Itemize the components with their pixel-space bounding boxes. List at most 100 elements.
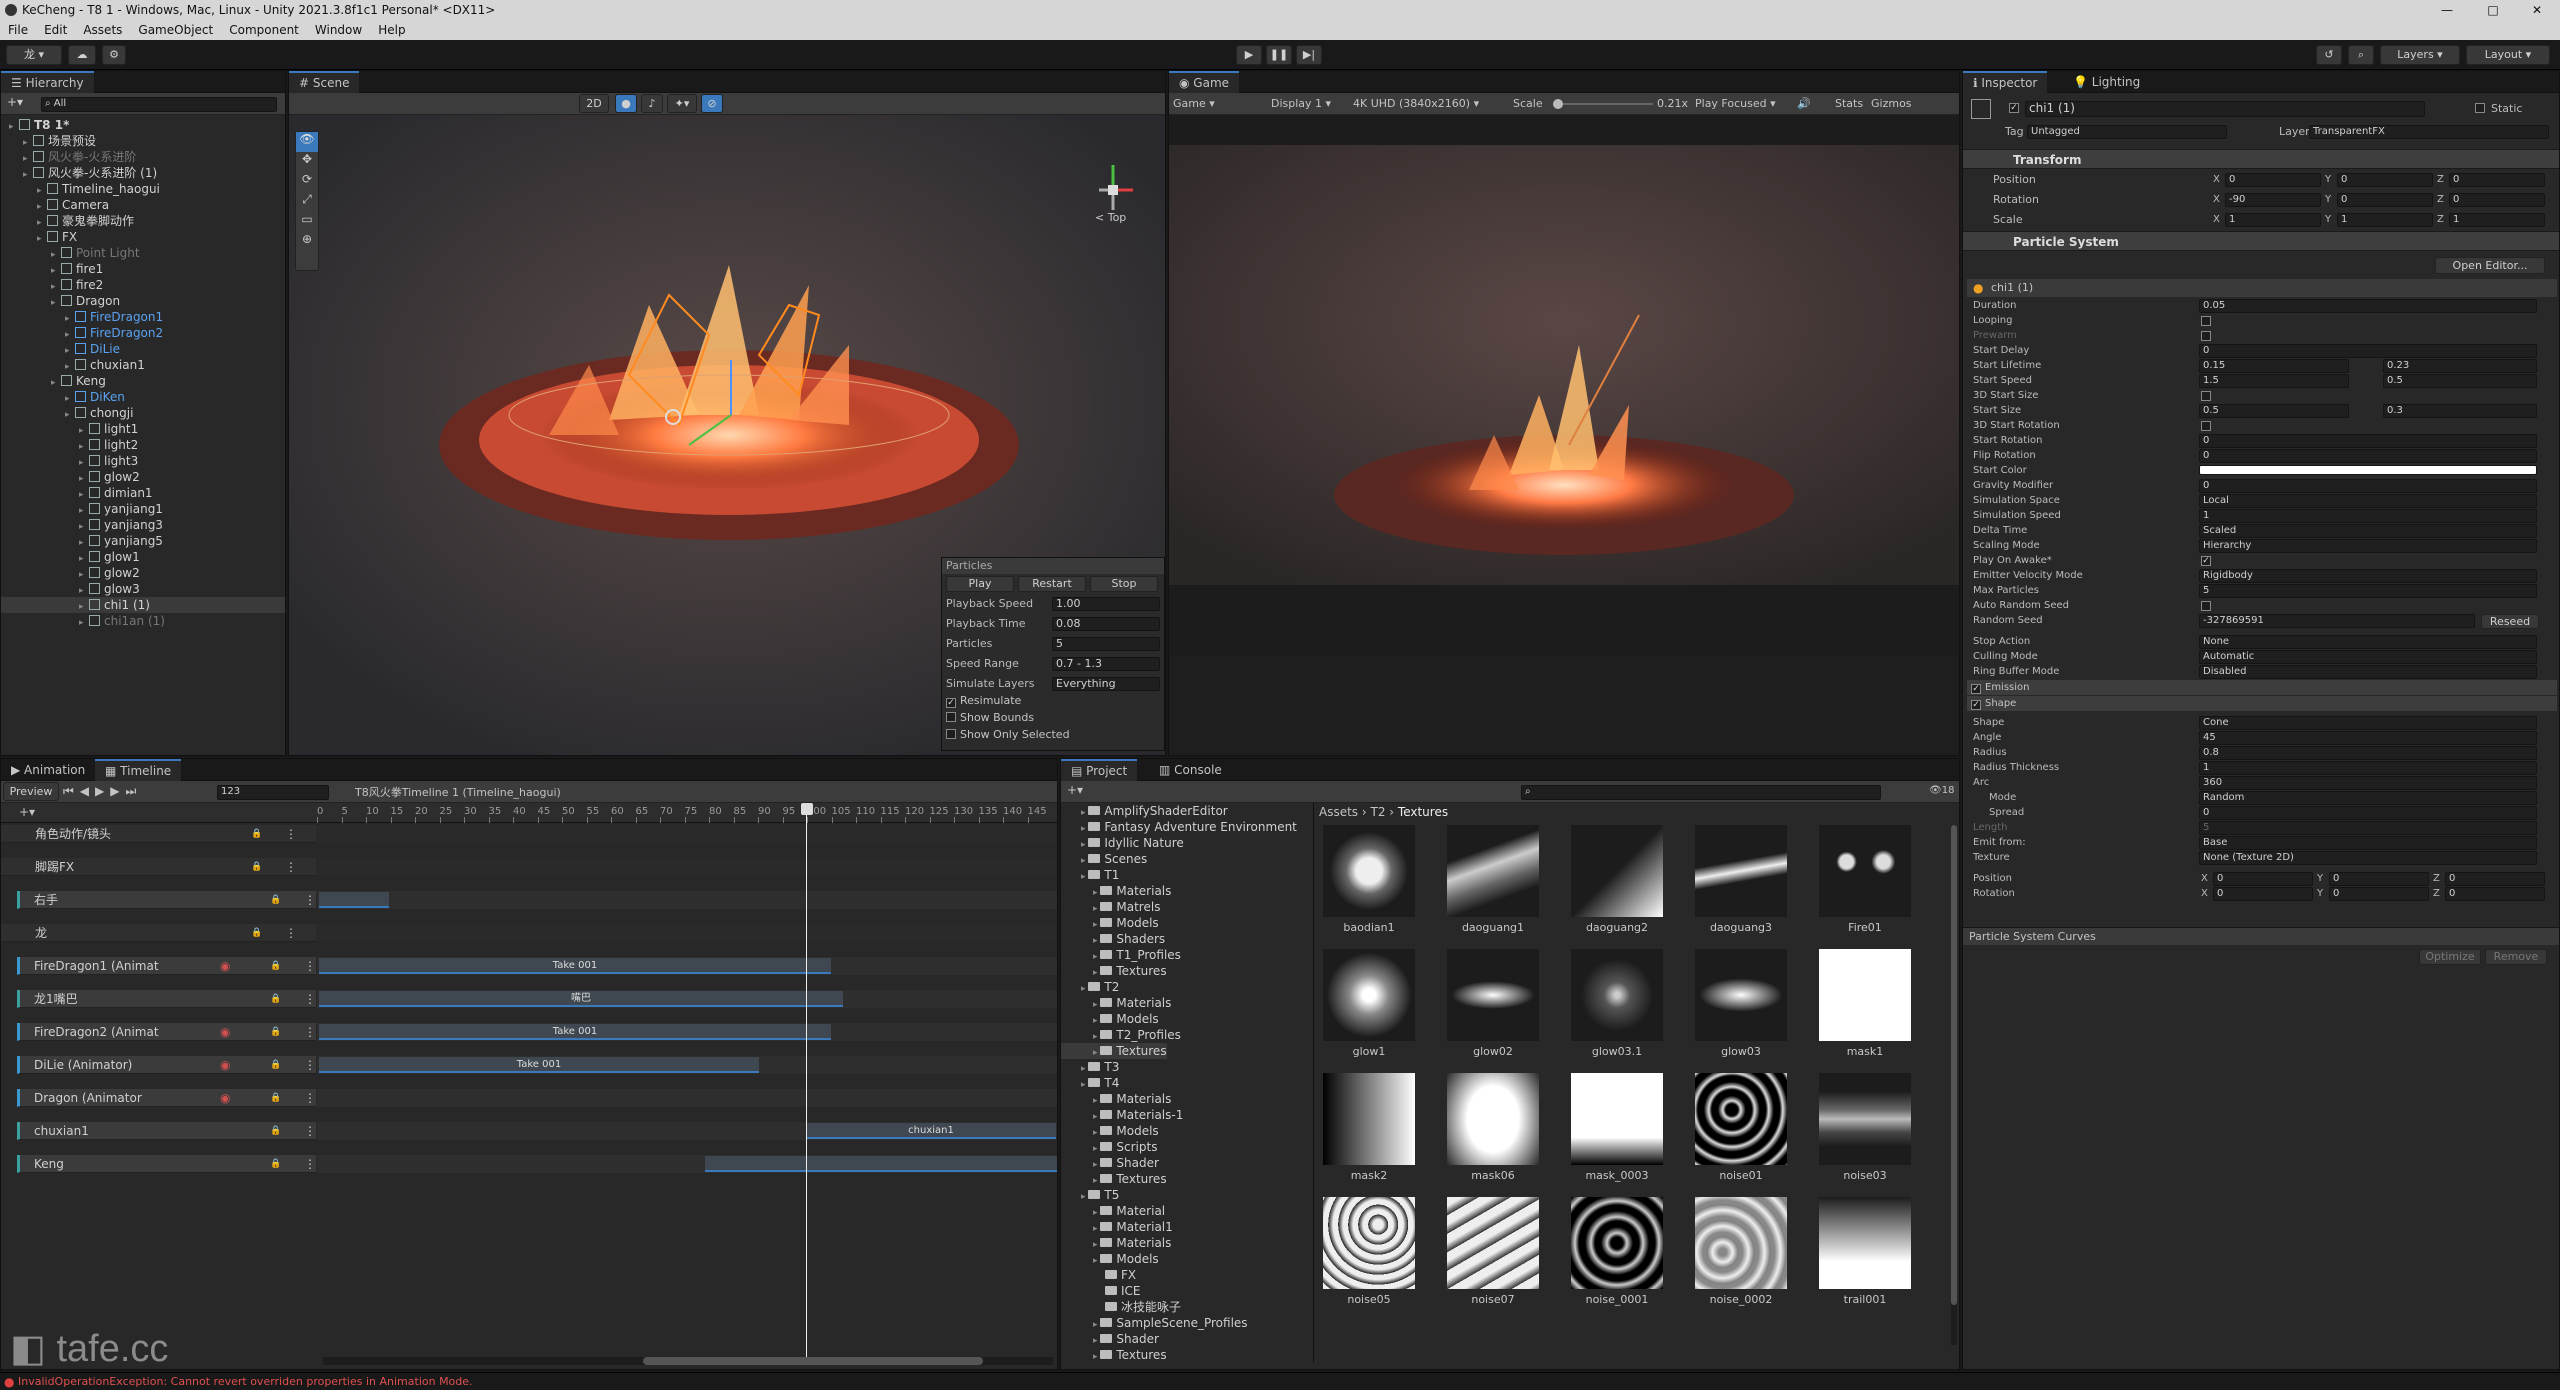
- hierarchy-item[interactable]: ▸ 风火拳-火系进阶 (1): [1, 165, 285, 181]
- breadcrumb-item[interactable]: T2: [1371, 805, 1386, 819]
- folder-arrow-icon[interactable]: ▸: [1081, 808, 1088, 818]
- transform-position-x[interactable]: 0: [2225, 173, 2321, 187]
- ps-prop-dropdown[interactable]: Automatic: [2199, 650, 2537, 664]
- clip-right-hand[interactable]: [319, 892, 389, 908]
- project-folder[interactable]: ▸ T3: [1061, 1059, 1119, 1075]
- track-header[interactable]: DiLie (Animator) ◉ 🔒 ⋮: [17, 1056, 316, 1074]
- project-folder[interactable]: ▸ Materials: [1061, 995, 1171, 1011]
- tab-scene[interactable]: # Scene: [289, 71, 360, 93]
- folder-arrow-icon[interactable]: ▸: [1093, 1144, 1100, 1154]
- static-checkbox[interactable]: [2475, 103, 2485, 113]
- folder-arrow-icon[interactable]: ▸: [1093, 1032, 1100, 1042]
- expand-arrow-icon[interactable]: ▸: [79, 615, 89, 631]
- ps-prop-checkbox[interactable]: [2201, 391, 2211, 401]
- folder-arrow-icon[interactable]: ▸: [1093, 920, 1100, 930]
- project-folder[interactable]: ▸ Materials: [1061, 883, 1171, 899]
- shape-prop-value[interactable]: 1: [2199, 761, 2537, 775]
- lock-icon[interactable]: 🔒: [251, 858, 262, 876]
- particles-check-1[interactable]: Show Bounds: [942, 711, 1164, 728]
- project-folder[interactable]: ▸ Textures: [1061, 1171, 1167, 1187]
- hierarchy-item[interactable]: ▸ chi1an (1): [1, 613, 285, 629]
- project-folder[interactable]: ▸ Models: [1061, 1011, 1159, 1027]
- transform-scale-y[interactable]: 1: [2337, 213, 2433, 227]
- track-menu-icon[interactable]: ⋮: [285, 825, 297, 843]
- hierarchy-item[interactable]: ▸ Camera: [1, 197, 285, 213]
- tab-inspector[interactable]: ℹ Inspector: [1963, 71, 2048, 93]
- track-header[interactable]: FireDragon1 (Animat ◉ 🔒 ⋮: [17, 957, 316, 975]
- record-icon[interactable]: ◉: [220, 1023, 230, 1041]
- module-enable-checkbox[interactable]: ✓: [1971, 684, 1981, 694]
- layer-dropdown[interactable]: TransparentFX: [2309, 125, 2549, 139]
- track-header[interactable]: Dragon (Animator ◉ 🔒 ⋮: [17, 1089, 316, 1107]
- record-icon[interactable]: ◉: [220, 1056, 230, 1074]
- close-button[interactable]: ✕: [2514, 0, 2560, 20]
- hierarchy-item[interactable]: ▸ yanjiang1: [1, 501, 285, 517]
- particles-row-value[interactable]: 5: [1052, 637, 1160, 651]
- project-search-input[interactable]: ⌕: [1521, 785, 1881, 800]
- tab-hierarchy[interactable]: ☰ Hierarchy: [1, 71, 94, 93]
- texture-asset[interactable]: mask1: [1817, 949, 1913, 1069]
- folder-arrow-icon[interactable]: ▸: [1093, 968, 1100, 978]
- track-header[interactable]: FireDragon2 (Animat ◉ 🔒 ⋮: [17, 1023, 316, 1041]
- history-icon[interactable]: ↺: [2316, 45, 2342, 65]
- clip-dilie[interactable]: Take 001: [319, 1057, 759, 1073]
- checkbox[interactable]: ✓: [946, 698, 956, 708]
- maximize-button[interactable]: □: [2470, 0, 2516, 20]
- move-tool-icon[interactable]: ✥: [296, 152, 318, 172]
- texture-asset[interactable]: daoguang2: [1569, 825, 1665, 945]
- hierarchy-item[interactable]: ▸ light2: [1, 437, 285, 453]
- menu-item-file[interactable]: File: [8, 20, 28, 40]
- clip-keng[interactable]: [705, 1156, 1057, 1172]
- ps-prop-value[interactable]: 0.05: [2199, 299, 2537, 313]
- track-header[interactable]: Keng 🔒 ⋮: [17, 1155, 316, 1173]
- project-folder[interactable]: ▸ T5: [1061, 1187, 1119, 1203]
- lock-icon[interactable]: 🔒: [270, 990, 281, 1008]
- track-header[interactable]: chuxian1 🔒 ⋮: [17, 1122, 316, 1140]
- shape-prop-value[interactable]: Base: [2199, 836, 2537, 850]
- track-menu-icon[interactable]: ⋮: [304, 1122, 316, 1140]
- breadcrumb-item[interactable]: Assets: [1319, 805, 1358, 819]
- resolution-dropdown[interactable]: 4K UHD (3840x2160) ▾: [1353, 97, 1479, 110]
- reseed-button[interactable]: Reseed: [2481, 614, 2539, 629]
- preview-button[interactable]: Preview: [3, 782, 59, 801]
- ps-prop-value[interactable]: 0.5: [2199, 404, 2349, 418]
- folder-arrow-icon[interactable]: ▸: [1081, 872, 1088, 882]
- shape-prop-value[interactable]: 360: [2199, 776, 2537, 790]
- optimize-button[interactable]: Optimize: [2419, 949, 2481, 965]
- layout-dropdown[interactable]: Layout ▾: [2466, 45, 2550, 65]
- ps-prop-value[interactable]: Scaled: [2199, 524, 2537, 538]
- hierarchy-item[interactable]: ▸ Timeline_haogui: [1, 181, 285, 197]
- texture-asset[interactable]: mask2: [1321, 1073, 1417, 1193]
- module-main-header[interactable]: ● chi1 (1): [1967, 279, 2557, 297]
- ps-prop-checkbox[interactable]: [2201, 421, 2211, 431]
- menu-item-window[interactable]: Window: [315, 20, 362, 40]
- remove-button[interactable]: Remove: [2485, 949, 2547, 965]
- hierarchy-item[interactable]: ▸ 风火拳-火系进阶: [1, 149, 285, 165]
- track-menu-icon[interactable]: ⋮: [304, 1056, 316, 1074]
- lock-icon[interactable]: 🔒: [251, 924, 262, 942]
- step-button[interactable]: ▶|: [1296, 45, 1322, 65]
- texture-asset[interactable]: trail001: [1817, 1197, 1913, 1317]
- account-dropdown[interactable]: 龙 ▾: [6, 45, 62, 65]
- lighting-toggle-icon[interactable]: ●: [615, 94, 637, 113]
- transform-tool-icon[interactable]: ⊕: [296, 232, 318, 252]
- project-folder[interactable]: ▸ T4: [1061, 1075, 1119, 1091]
- transform-scale-x[interactable]: 1: [2225, 213, 2321, 227]
- ps-prop-value[interactable]: 0: [2199, 449, 2537, 463]
- texture-asset[interactable]: glow02: [1445, 949, 1541, 1069]
- hierarchy-item[interactable]: ▸ Point Light: [1, 245, 285, 261]
- module-enable-checkbox[interactable]: ✓: [1971, 700, 1981, 710]
- project-folder[interactable]: ▸ Models: [1061, 1123, 1159, 1139]
- project-folder[interactable]: ▸ Models: [1061, 1251, 1159, 1267]
- tag-dropdown[interactable]: Untagged: [2027, 125, 2227, 139]
- project-folder[interactable]: ▸ Materials-1: [1061, 1107, 1183, 1123]
- track-menu-icon[interactable]: ⋮: [285, 858, 297, 876]
- hierarchy-item[interactable]: ▸ FireDragon1: [1, 309, 285, 325]
- ps-prop-checkbox[interactable]: [2201, 331, 2211, 341]
- texture-asset[interactable]: mask_0003: [1569, 1073, 1665, 1193]
- hierarchy-item[interactable]: ▸ dimian1: [1, 485, 285, 501]
- track-menu-icon[interactable]: ⋮: [304, 1155, 316, 1173]
- project-folder[interactable]: ▸ Models: [1061, 915, 1159, 931]
- hierarchy-item[interactable]: ▸ 场景预设: [1, 133, 285, 149]
- record-icon[interactable]: ◉: [220, 957, 230, 975]
